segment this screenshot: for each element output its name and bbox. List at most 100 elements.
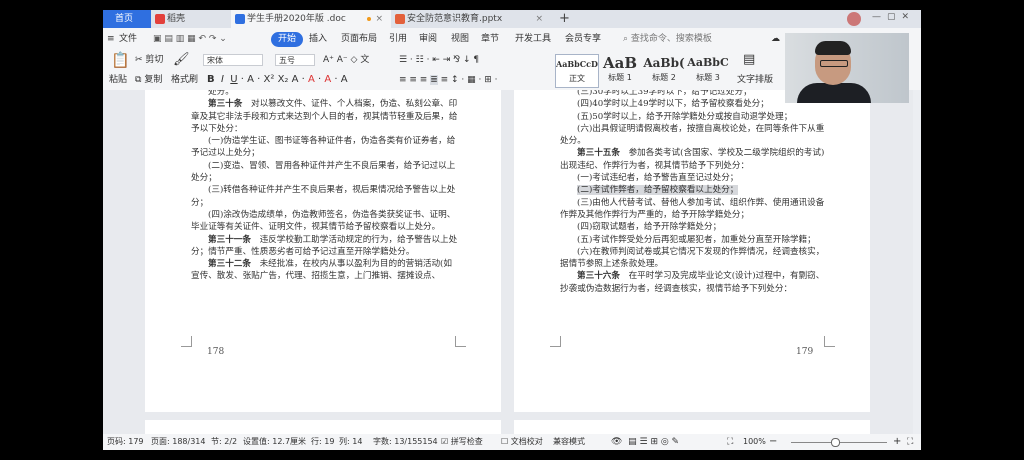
paragraph-text: 处分。 xyxy=(208,90,234,97)
status-row: 行: 19 xyxy=(311,437,335,446)
article-title: 第三十二条 xyxy=(208,259,251,270)
spell-check-button[interactable]: ☑ 拼写检查 xyxy=(441,436,483,448)
proofread-button[interactable]: ☐ 文档校对 xyxy=(501,436,543,448)
paragraph: (五)考试作弊受处分后再犯或屡犯者，加重处分直至开除学籍； xyxy=(560,234,828,246)
paragraph-text: (二)变造、冒领、冒用各种证件并产生不良后果者，给予记过以上处分； xyxy=(191,160,456,184)
close-tab-icon[interactable]: × xyxy=(535,10,543,28)
paragraph: (一)考试违纪者，给予警告直至记过处分； xyxy=(560,172,828,184)
status-bar: 页码: 179 页面: 188/314 节: 2/2 设置值: 12.7厘米 行… xyxy=(103,434,921,450)
format-painter-button[interactable]: 格式刷 xyxy=(171,74,198,86)
tab-bar: 首页 稻壳 学生手册2020年版 .doc × 安全防范意识教育.pptx × + … xyxy=(103,10,921,28)
next-page-top xyxy=(145,420,501,434)
menu-home[interactable]: 开始 xyxy=(271,32,304,47)
tab-docer[interactable]: 稻壳 xyxy=(151,10,231,28)
menu-insert[interactable]: 插入 xyxy=(309,32,327,47)
menu-page-layout[interactable]: 页面布局 xyxy=(341,32,377,47)
zoom-level[interactable]: 100% xyxy=(743,436,766,448)
cut-label: 剪切 xyxy=(145,55,164,65)
text-layout-icon[interactable]: ▤ xyxy=(743,53,755,66)
style-normal-sample: AaBbCcDd xyxy=(556,59,598,69)
close-tab-icon[interactable]: × xyxy=(375,10,383,28)
menu-references[interactable]: 引用 xyxy=(389,32,407,47)
copy-button[interactable]: ⧉ 复制 xyxy=(135,74,162,86)
restore-icon[interactable]: ▢ xyxy=(887,12,902,22)
align-buttons[interactable]: ≡ ≡ ≡ ≣ ≡ ↕ · ▦ · ⊞ · xyxy=(399,74,498,86)
menu-view[interactable]: 视图 xyxy=(451,32,469,47)
paragraph-text: (三)转借各种证件并产生不良后果者，视后果情况给予警告以上处分； xyxy=(191,185,456,208)
style-heading-2-label: 标题 2 xyxy=(652,73,676,82)
fullscreen-icon[interactable]: ⛶ xyxy=(907,436,913,448)
menu-developer[interactable]: 开发工具 xyxy=(515,32,551,47)
paragraph: (四)窃取试题者，给予开除学籍处分； xyxy=(560,221,828,233)
zoom-slider-knob[interactable] xyxy=(831,438,840,447)
quick-access-icons[interactable]: ▣ ▤ ▥ ▦ ↶ ↷ ⌄ xyxy=(153,32,227,47)
proofread-label: 文档校对 xyxy=(510,437,543,446)
text-layout-button[interactable]: 文字排版 xyxy=(737,74,773,86)
minimize-icon[interactable]: — xyxy=(872,12,887,22)
style-heading-1[interactable]: AaB 标题 1 xyxy=(599,54,641,86)
new-tab-button[interactable]: + xyxy=(559,10,570,28)
command-search[interactable]: ⌕ 查找命令、搜索模板 xyxy=(623,32,712,47)
style-heading-3[interactable]: AaBbC 标题 3 xyxy=(687,54,729,86)
style-heading-3-label: 标题 3 xyxy=(696,73,720,82)
paragraph-text: (三)30学时以上39学时以下，给予记过处分； xyxy=(577,90,752,97)
tab-document[interactable]: 学生手册2020年版 .doc × xyxy=(231,10,391,28)
tab-home[interactable]: 首页 xyxy=(103,10,151,28)
menu-member[interactable]: 会员专享 xyxy=(565,32,601,47)
page-178-text: 处分。 第三十条 对以篡改文件、证件、个人档案，伪造、私刻公章、印章及其它非法手段… xyxy=(191,90,459,283)
menu-review[interactable]: 审阅 xyxy=(419,32,437,47)
close-window-icon[interactable]: ✕ xyxy=(901,12,915,22)
page-179-text: (三)30学时以上39学时以下，给予记过处分； (四)40学时以上49学时以下，给… xyxy=(560,90,828,295)
list-buttons[interactable]: ☰ · ☷ · ⇤ ⇥ ⅋ ↓ ¶ xyxy=(399,54,479,66)
doc-check-icon: ☐ xyxy=(501,437,509,446)
paste-icon[interactable]: 📋 xyxy=(111,53,130,68)
style-heading-1-sample: AaB xyxy=(602,54,638,72)
vertical-scrollbar[interactable] xyxy=(913,90,921,434)
text-format-buttons[interactable]: B I U · A · X² X₂ A · A · A · A xyxy=(207,74,348,86)
paragraph: 第三十六条 在平时学习及完成毕业论文(设计)过程中，有剽窃、抄袭或伪造数据行为者… xyxy=(560,270,828,295)
font-grow-shrink-icons[interactable]: A⁺ A⁻ ◇ 文 xyxy=(323,54,369,66)
unsaved-dot-icon xyxy=(367,17,371,21)
paragraph-text: (六)出具假证明请假离校者，按擅自离校论处，在同等条件下从重处分。 xyxy=(560,123,825,147)
paragraph: (六)在教师判阅试卷或其它情况下发现的作弊情况，经调查核实，据情节参照上述条款处… xyxy=(560,246,828,271)
style-heading-2[interactable]: AaBb(标题 2 xyxy=(643,54,685,86)
status-page[interactable]: 页码: 179 xyxy=(107,436,144,448)
page-number: 178 xyxy=(207,347,225,357)
font-family-select[interactable]: 宋体 xyxy=(203,54,263,66)
word-doc-icon xyxy=(235,14,245,24)
menu-hamburger-icon[interactable]: ≡ xyxy=(107,32,115,47)
page-number: 179 xyxy=(796,347,814,357)
paragraph: 第三十条 对以篡改文件、证件、个人档案，伪造、私刻公章、印章及其它非法手段和方式… xyxy=(191,98,459,135)
font-size-select[interactable]: 五号 xyxy=(275,54,315,66)
style-normal-label: 正文 xyxy=(569,74,585,83)
zoom-in-icon[interactable]: + xyxy=(893,436,901,448)
paragraph: 第三十二条 未经批准，在校内从事以盈利为目的的营销活动(如宣传、散发、张贴广告，… xyxy=(191,258,459,283)
tab-docer-label: 稻壳 xyxy=(167,14,186,24)
tab-presentation[interactable]: 安全防范意识教育.pptx × xyxy=(391,10,551,28)
cloud-sync-icon[interactable]: ☁ xyxy=(771,32,780,47)
view-mode-icons[interactable]: 👁 ▤ ☰ ⊞ ◎ ✎ xyxy=(611,436,679,448)
zoom-out-icon[interactable]: − xyxy=(769,436,777,448)
page-corner-mark xyxy=(550,336,561,347)
presenter-shirt xyxy=(797,83,871,103)
ppt-icon xyxy=(395,14,405,24)
article-title: 第三十一条 xyxy=(208,234,251,245)
style-heading-1-label: 标题 1 xyxy=(608,73,632,82)
paragraph: (五)50学时以上，给予开除学籍处分或按自动退学处理； xyxy=(560,111,828,123)
status-pages[interactable]: 页面: 188/314 xyxy=(151,436,205,448)
article-title: 第三十五条 xyxy=(577,148,620,159)
paste-button[interactable]: 粘贴 xyxy=(109,74,127,86)
cut-button[interactable]: ✂ 剪切 xyxy=(135,54,163,66)
menu-chapter[interactable]: 章节 xyxy=(481,32,499,47)
menu-file[interactable]: 文件 xyxy=(119,32,137,47)
format-painter-icon[interactable]: 🖌 xyxy=(173,53,190,66)
style-normal[interactable]: AaBbCcDd 正文 xyxy=(555,54,599,88)
check-icon: ☑ xyxy=(441,437,449,446)
page-178: 处分。 第三十条 对以篡改文件、证件、个人档案，伪造、私刻公章、印章及其它非法手段… xyxy=(145,90,501,412)
presenter-hair xyxy=(815,41,851,55)
user-avatar[interactable] xyxy=(847,12,861,26)
fit-page-icon[interactable]: ⛶ xyxy=(727,436,733,448)
article-title: 第三十六条 xyxy=(577,271,620,282)
scissors-icon: ✂ xyxy=(135,55,143,65)
status-words[interactable]: 字数: 13/155154 xyxy=(373,436,438,448)
